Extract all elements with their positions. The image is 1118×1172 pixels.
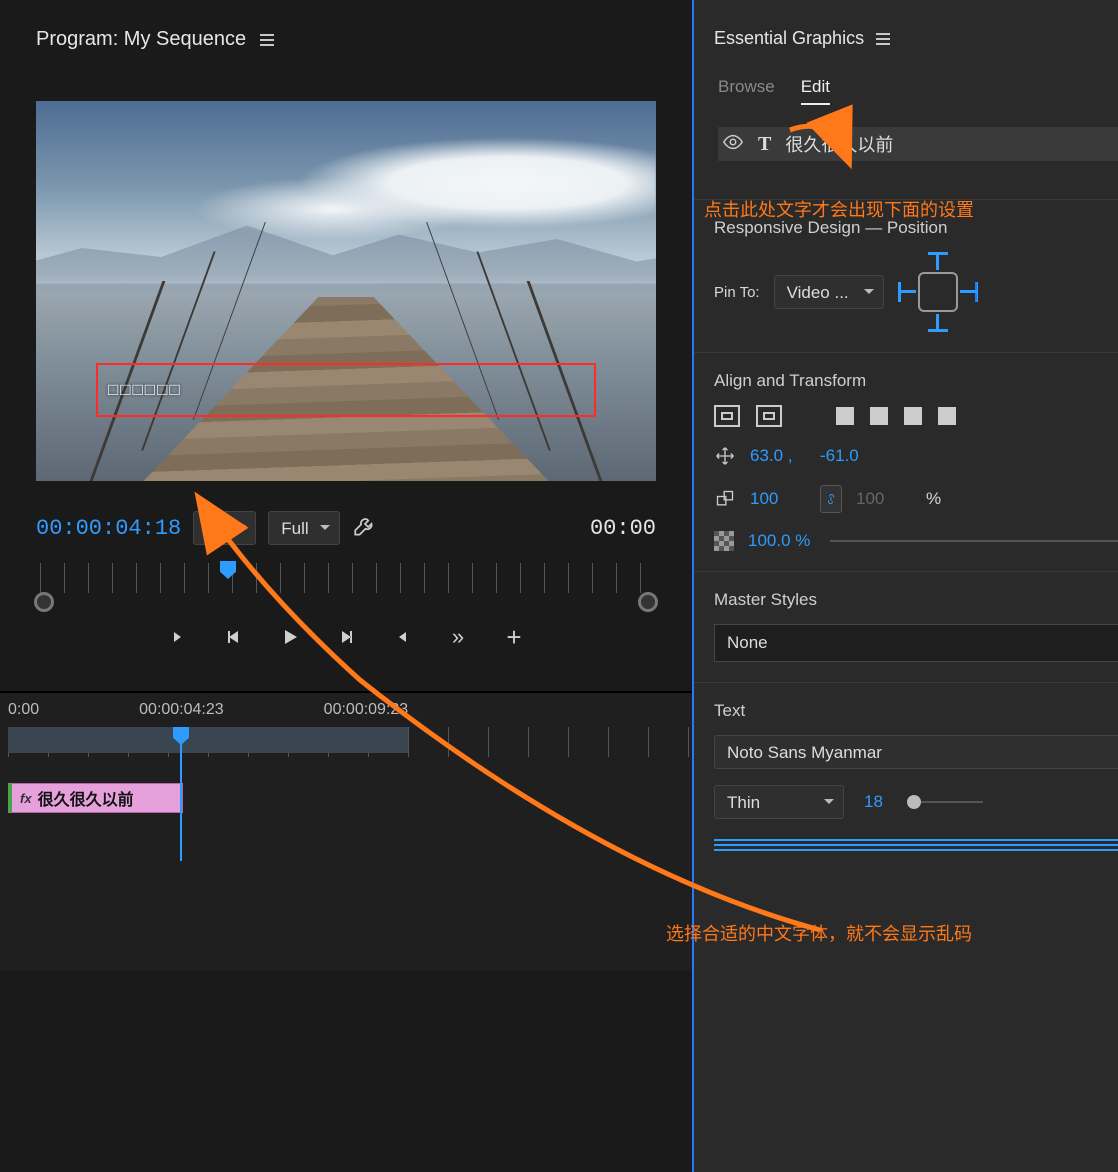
step-fwd-button[interactable] (332, 623, 360, 651)
font-weight-select[interactable]: Thin (714, 785, 844, 819)
clip-label: 很久很久以前 (38, 786, 134, 810)
position-icon (714, 445, 736, 467)
pin-anchor-widget[interactable] (898, 252, 978, 332)
fx-badge: fx (20, 791, 32, 806)
text-layer-row[interactable]: T 很久很久以前 (718, 127, 1118, 161)
link-scale-icon[interactable] (820, 485, 842, 513)
program-title-text: Program: My Sequence (36, 28, 246, 51)
align-left-icon[interactable] (714, 839, 1118, 857)
timeline-ruler[interactable] (8, 727, 692, 757)
eye-icon[interactable] (722, 131, 744, 157)
graphic-clip[interactable]: fx 很久很久以前 (8, 783, 183, 813)
pin-to-label: Pin To: (714, 284, 760, 301)
wrench-icon[interactable] (352, 513, 378, 543)
align-hbox-icon[interactable] (714, 405, 740, 427)
annotation-choose-font: 选择合适的中文字体，就不会显示乱码 (666, 920, 1086, 946)
essential-graphics-title: Essential Graphics (694, 0, 1118, 59)
program-panel-title: Program: My Sequence (0, 0, 692, 61)
annotation-click-text: 点击此处文字才会出现下面的设置 (704, 196, 1064, 222)
text-layer-label[interactable]: 很久很久以前 (785, 131, 893, 157)
text-type-icon: T (758, 133, 771, 156)
position-y[interactable]: -61.0 (820, 446, 876, 466)
text-section-label: Text (714, 701, 1118, 721)
in-out-range (8, 727, 408, 753)
align-distribute-icon[interactable] (938, 407, 956, 425)
eg-panel-menu-icon[interactable] (876, 33, 890, 45)
zoom-select[interactable]: Fit (193, 511, 256, 545)
add-marker-button[interactable]: + (500, 623, 528, 651)
align-vbox-icon[interactable] (756, 405, 782, 427)
align-top-icon[interactable] (836, 407, 854, 425)
font-size-value[interactable]: 18 (864, 792, 883, 812)
scale-icon (714, 488, 736, 510)
align-bottom-icon[interactable] (904, 407, 922, 425)
skip-button[interactable]: » (444, 623, 472, 651)
playhead-handle[interactable] (220, 561, 236, 579)
range-bar[interactable] (40, 597, 652, 605)
opacity-slider[interactable] (830, 540, 1118, 542)
play-button[interactable] (276, 623, 304, 651)
tl-tick-1: 00:00:04:23 (139, 701, 224, 719)
opacity-value[interactable]: 100.0 % (748, 531, 810, 551)
duration-timecode: 00:00 (590, 516, 656, 541)
scale-unit: % (926, 489, 941, 509)
mini-ruler[interactable] (40, 563, 652, 593)
scale-height: 100 (856, 489, 912, 509)
align-middle-icon[interactable] (870, 407, 888, 425)
tab-browse[interactable]: Browse (718, 77, 775, 105)
program-monitor[interactable]: □□□□□□ (36, 101, 656, 481)
step-back-button[interactable] (220, 623, 248, 651)
master-style-select[interactable]: None (714, 624, 1118, 662)
mark-out-button[interactable] (388, 623, 416, 651)
master-styles-label: Master Styles (714, 590, 1118, 610)
panel-menu-icon[interactable] (260, 34, 274, 46)
playhead-timecode[interactable]: 00:00:04:18 (36, 516, 181, 541)
mark-in-button[interactable] (164, 623, 192, 651)
font-size-slider[interactable] (913, 801, 983, 803)
scale-width[interactable]: 100 (750, 489, 806, 509)
title-text-tofu[interactable]: □□□□□□ (108, 380, 182, 400)
position-x[interactable]: 63.0 , (750, 446, 806, 466)
font-family-select[interactable]: Noto Sans Myanmar (714, 735, 1118, 769)
align-section-label: Align and Transform (714, 371, 1118, 391)
tab-edit[interactable]: Edit (801, 77, 830, 105)
quality-select[interactable]: Full (268, 511, 340, 545)
title-safe-box[interactable]: □□□□□□ (96, 363, 596, 417)
opacity-icon (714, 531, 734, 551)
pin-to-select[interactable]: Video ... (774, 275, 884, 309)
tl-tick-0: 0:00 (8, 701, 39, 719)
timeline-panel[interactable]: 0:00 00:00:04:23 00:00:09:23 fx 很久很久以前 (0, 691, 692, 971)
tl-tick-2: 00:00:09:23 (324, 701, 409, 719)
